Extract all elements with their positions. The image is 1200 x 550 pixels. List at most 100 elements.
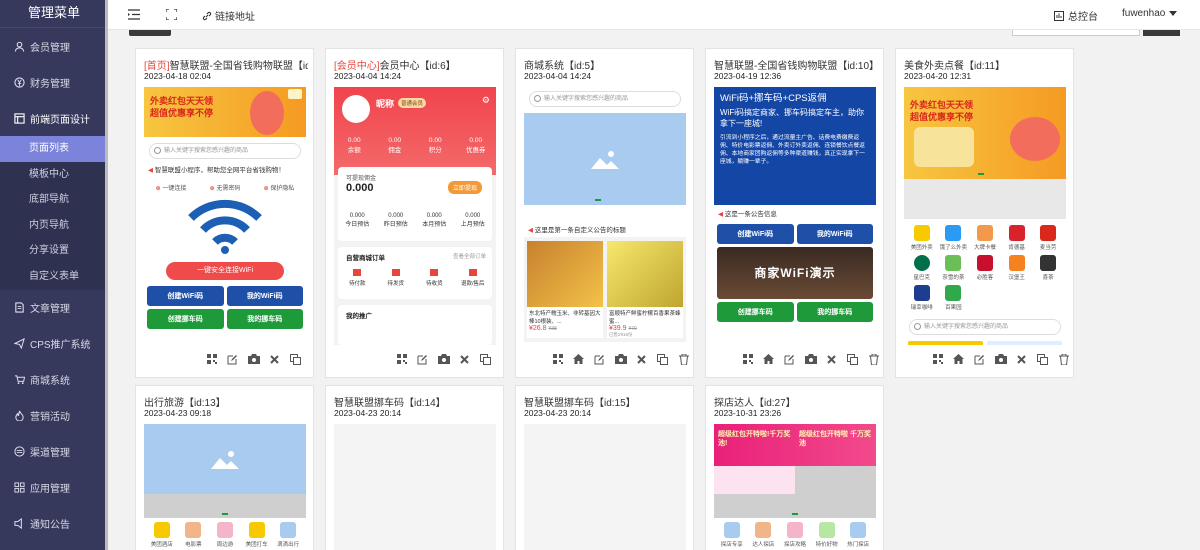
- trash-icon[interactable]: [867, 352, 881, 366]
- product-price-value: ¥39.9: [609, 325, 627, 332]
- card-preview[interactable]: 外卖红包天天领 超值优惠享不停 输入关键字搜索您感兴趣的商品 ◀ 智慧联盟小程序，…: [144, 87, 306, 345]
- taxi-icon: [248, 522, 265, 538]
- edit-icon[interactable]: [226, 352, 240, 366]
- home-icon[interactable]: [762, 352, 776, 366]
- edit-icon[interactable]: [973, 352, 987, 366]
- sidebar-sub-share-settings[interactable]: 分享设置: [0, 238, 108, 264]
- page-card-27: 探店达人【id:27】 2023-10-31 23:26 超级红包开特啦!千万奖…: [705, 385, 884, 550]
- card-preview[interactable]: 昵称 普通会员 ⚙ 0.00 余额 0.00 佣金 0.00 积分 0.00 优惠券 可…: [334, 87, 496, 345]
- card-title: 智慧联盟-全国省钱购物联盟【id:10】: [714, 57, 878, 72]
- user-menu[interactable]: fuwenhao: [1122, 8, 1178, 19]
- card-preview[interactable]: 外卖红包天天领 超值优惠享不停 美团外卖 饿了么外卖 大牌卡餐 肯德基 麦当劳 星…: [904, 87, 1066, 345]
- shield-icon: ⊚: [263, 186, 269, 192]
- menu-toggle-icon[interactable]: [128, 9, 140, 20]
- sidebar-sub-bottom-nav[interactable]: 底部导航: [0, 187, 108, 213]
- card-preview[interactable]: [334, 424, 496, 550]
- close-icon[interactable]: [458, 352, 472, 366]
- qrcode-icon[interactable]: [395, 352, 409, 366]
- close-icon[interactable]: [825, 352, 839, 366]
- sidebar-item-mall[interactable]: 商城系统: [0, 362, 108, 398]
- edit-icon[interactable]: [593, 352, 607, 366]
- dashboard-icon: [1054, 10, 1064, 21]
- sidebar-sub-inner-nav[interactable]: 内页导航: [0, 212, 108, 239]
- card-preview[interactable]: [524, 424, 686, 550]
- camera-icon[interactable]: [614, 352, 628, 366]
- home-icon[interactable]: [572, 352, 586, 366]
- trash-icon[interactable]: [677, 352, 691, 366]
- speaker-icon: [13, 518, 26, 530]
- qrcode-icon[interactable]: [205, 352, 219, 366]
- sidebar-item-label: 通知公告: [30, 520, 70, 532]
- sidebar-item-cps[interactable]: CPS推广系统: [0, 326, 108, 362]
- sidebar-item-apps[interactable]: 应用管理: [0, 470, 108, 506]
- qrcode-icon[interactable]: [741, 352, 755, 366]
- close-icon[interactable]: [635, 352, 649, 366]
- sidebar-item-channels[interactable]: 渠道管理: [0, 434, 108, 470]
- book-icon: [786, 522, 803, 538]
- card-preview[interactable]: 美团酒店 电影票 周边游 美团打车 滴滴出行: [144, 424, 306, 550]
- edit-icon[interactable]: [783, 352, 797, 366]
- search-button[interactable]: [1143, 30, 1180, 36]
- food-item-label: 美团外卖: [910, 245, 933, 251]
- travel-item: 周边游: [209, 522, 241, 548]
- fire-icon: [850, 522, 867, 538]
- commission-panel: 可提现佣金 0.000 立即提现 0.000 今日预估 0.000 昨日预估 0.0…: [338, 167, 492, 241]
- sidebar-item-finance[interactable]: 财务管理: [0, 64, 108, 100]
- shop-wifi-demo: 商家WiFi演示: [717, 247, 873, 299]
- preview-search: 输入关键字搜索您感兴趣的商品: [529, 91, 681, 107]
- card-toolbar: [326, 352, 505, 368]
- explore-item-label: 特价好物: [815, 542, 838, 548]
- promo-title: 我的推广: [346, 313, 372, 320]
- preview-notice-text: 这里是第一条自定义公告的标题: [534, 227, 626, 234]
- camera-icon[interactable]: [994, 352, 1008, 366]
- search-input[interactable]: [1012, 30, 1140, 36]
- card-preview[interactable]: 输入关键字搜索您感兴趣的商品 ◀ 这里是第一条自定义公告的标题 东北特产糯玉米、…: [524, 87, 686, 345]
- estimate-label: 上月预估: [460, 222, 485, 228]
- page-card-10: 智慧联盟-全国省钱购物联盟【id:10】 2023-04-19 12:36 Wi…: [705, 48, 884, 378]
- sidebar-item-marketing[interactable]: 营销活动: [0, 398, 108, 434]
- estimate-label: 昨日预估: [383, 222, 408, 228]
- copy-icon[interactable]: [846, 352, 860, 366]
- link-address-button[interactable]: 链接地址: [202, 8, 255, 23]
- sidebar-item-members[interactable]: 会员管理: [0, 28, 108, 64]
- camera-icon[interactable]: [804, 352, 818, 366]
- card-preview[interactable]: 超级红包开特啦!千万奖池! 超级红包开特啦 千万奖池 探店专享 达人探店 探店攻…: [714, 424, 876, 550]
- sidebar-item-label: CPS推广系统: [30, 340, 91, 352]
- copy-icon[interactable]: [656, 352, 670, 366]
- camera-icon[interactable]: [247, 352, 261, 366]
- sidebar-item-frontend-design[interactable]: 前端页面设计: [0, 100, 108, 136]
- card-date: 2023-04-18 02:04: [144, 71, 212, 81]
- dashboard-button[interactable]: 总控台: [1054, 8, 1098, 23]
- preview-search: 输入关键字搜索您感兴趣的商品: [909, 319, 1061, 335]
- qrcode-icon[interactable]: [551, 352, 565, 366]
- eleme-coupon: [987, 341, 1062, 345]
- camera-icon[interactable]: [437, 352, 451, 366]
- close-icon[interactable]: [1015, 352, 1029, 366]
- sidebar-sub-template-center[interactable]: 模板中心: [0, 161, 108, 188]
- copy-icon[interactable]: [479, 352, 493, 366]
- fullscreen-icon[interactable]: [166, 9, 177, 20]
- sidebar-sub-custom-form[interactable]: 自定义表单: [0, 263, 108, 290]
- qrcode-icon[interactable]: [931, 352, 945, 366]
- wifi-icon: ⊚: [155, 186, 161, 192]
- card-date: 2023-04-23 20:14: [524, 408, 592, 418]
- card-preview[interactable]: WiFi码+挪车码+CPS返佣 WiFi码搞定商家、挪车码搞定车主，助你拿下一座…: [714, 87, 876, 345]
- edit-icon[interactable]: [416, 352, 430, 366]
- explore-item: 探店攻略: [779, 522, 811, 548]
- sidebar-sub-page-list[interactable]: 页面列表: [0, 136, 108, 162]
- sidebar-item-articles[interactable]: 文章管理: [0, 290, 108, 326]
- food-item-label: 奈雪的茶: [942, 275, 965, 281]
- trash-icon[interactable]: [1057, 352, 1071, 366]
- sidebar-item-notices[interactable]: 通知公告: [0, 506, 108, 542]
- copy-icon[interactable]: [1036, 352, 1050, 366]
- travel-item-label: 美团打车: [245, 542, 268, 548]
- estimate-value: 0.000: [349, 213, 365, 219]
- meituan-icon: [153, 522, 170, 538]
- copy-icon[interactable]: [289, 352, 303, 366]
- home-icon[interactable]: [952, 352, 966, 366]
- lock-icon: ⊚: [209, 186, 215, 192]
- pagoda-icon: [945, 285, 962, 301]
- add-page-button[interactable]: [129, 30, 171, 36]
- close-icon[interactable]: [268, 352, 282, 366]
- food-item: 饿了么外卖: [938, 225, 970, 251]
